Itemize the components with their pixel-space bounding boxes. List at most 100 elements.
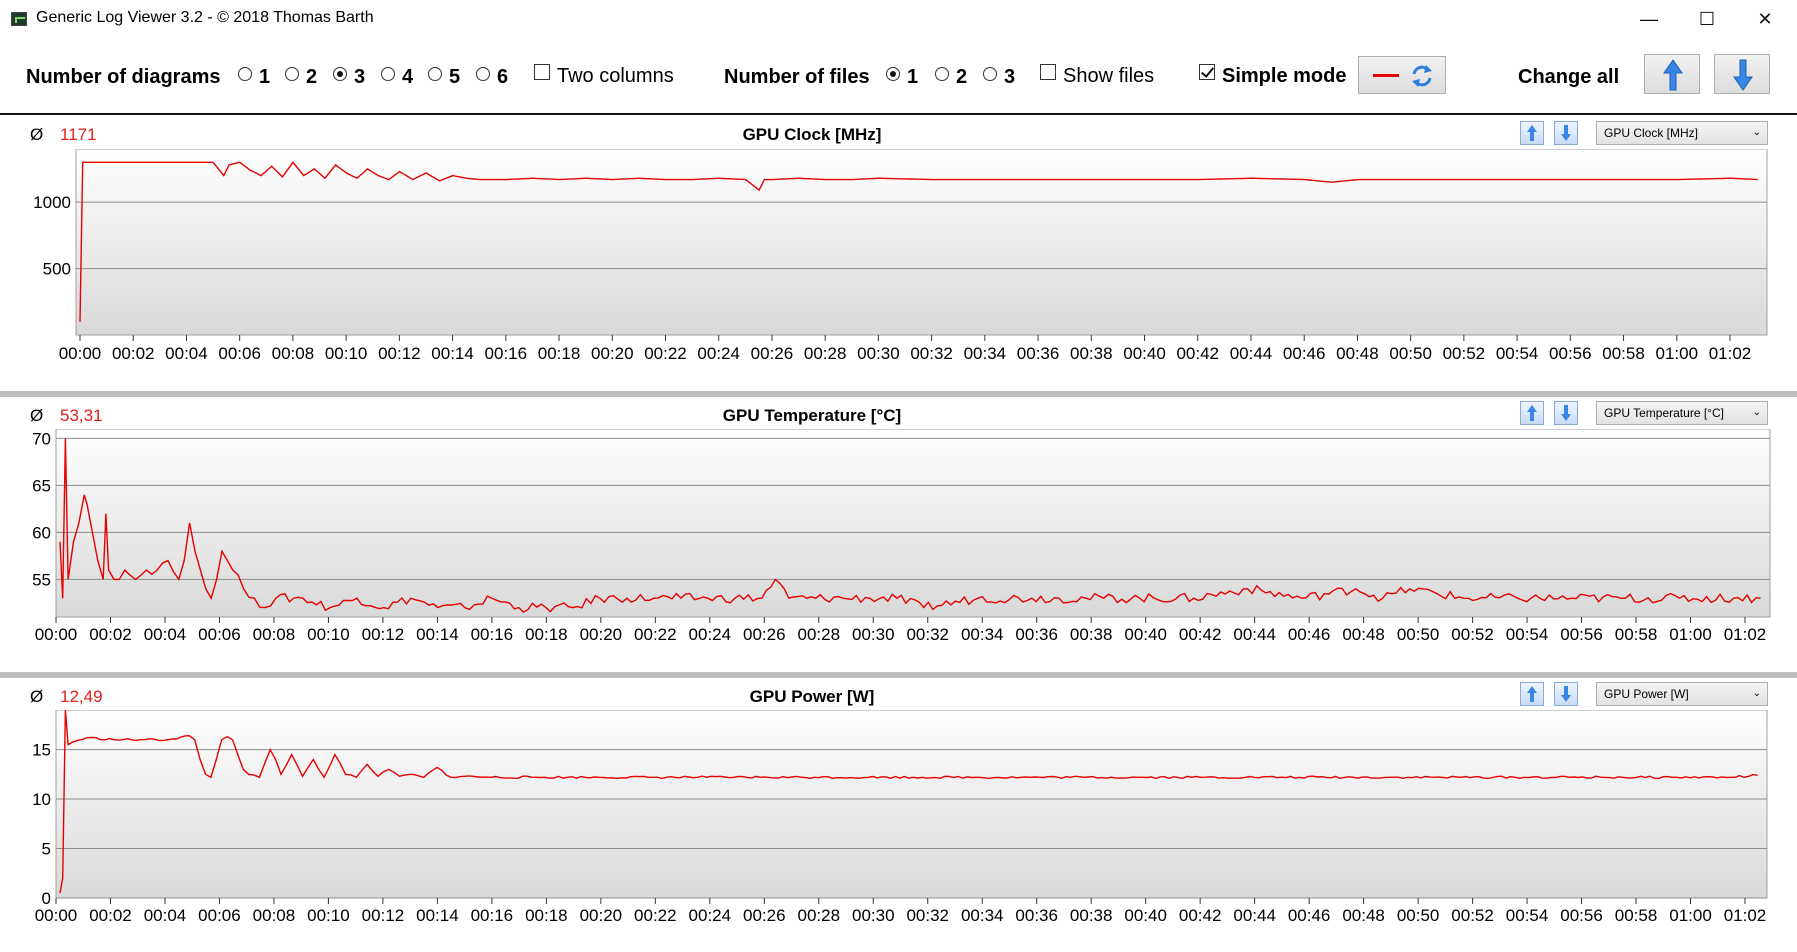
- channel-select-value: GPU Power [W]: [1604, 687, 1689, 701]
- chevron-down-icon: ⌄: [1752, 127, 1761, 138]
- x-tick-label: 00:44: [1233, 625, 1276, 644]
- x-tick-label: 00:24: [689, 625, 732, 644]
- x-tick-label: 00:04: [144, 625, 187, 644]
- x-tick-label: 00:54: [1496, 344, 1539, 363]
- x-tick-label: 00:38: [1070, 906, 1113, 925]
- x-tick-label: 00:26: [751, 344, 794, 363]
- y-tick-label: 15: [32, 741, 51, 760]
- x-tick-label: 00:12: [362, 906, 405, 925]
- y-tick-label: 5: [42, 840, 51, 859]
- gpu-power-chart: 05101500:00 00:02 00:04 00:06 00:08 00:10 00:1…: [32, 710, 1768, 925]
- show-files-checkbox[interactable]: [1040, 64, 1056, 80]
- maximize-icon: ☐: [1698, 8, 1716, 29]
- move-up-all-button[interactable]: [1644, 54, 1700, 94]
- x-tick-label: 00:34: [964, 344, 1007, 363]
- panel-down-button[interactable]: [1554, 121, 1578, 145]
- x-tick-label: 00:20: [591, 344, 634, 363]
- x-tick-label: 00:02: [89, 625, 132, 644]
- x-tick-label: 00:26: [743, 625, 786, 644]
- num-diagrams-label: Number of diagrams: [26, 66, 221, 88]
- show-files-label: Show files: [1063, 65, 1155, 87]
- channel-select[interactable]: GPU Power [W] ⌄: [1596, 682, 1768, 706]
- diagram-radio-label: 6: [497, 66, 509, 88]
- x-tick-label: 00:56: [1549, 344, 1592, 363]
- x-tick-label: 00:42: [1176, 344, 1219, 363]
- simple-mode-checkbox[interactable]: [1199, 64, 1215, 80]
- x-tick-label: 00:06: [198, 906, 241, 925]
- window-title: Generic Log Viewer 3.2 - © 2018 Thomas B…: [36, 9, 374, 26]
- x-tick-label: 01:00: [1669, 906, 1712, 925]
- diagram-radio-5[interactable]: [428, 67, 442, 81]
- panel-up-button[interactable]: [1520, 121, 1544, 145]
- x-tick-label: 00:02: [112, 344, 155, 363]
- channel-select[interactable]: GPU Clock [MHz] ⌄: [1596, 121, 1768, 145]
- x-tick-label: 00:40: [1124, 625, 1167, 644]
- channel-select[interactable]: GPU Temperature [°C] ⌄: [1596, 401, 1768, 425]
- x-tick-label: 00:10: [325, 344, 368, 363]
- x-tick-label: 00:36: [1015, 625, 1058, 644]
- line-color-swatch: [1373, 74, 1399, 77]
- diagram-radio-4[interactable]: [381, 67, 395, 81]
- minimize-button[interactable]: —: [1620, 0, 1678, 38]
- panel-up-button[interactable]: [1520, 682, 1544, 706]
- x-tick-label: 00:16: [471, 625, 514, 644]
- x-tick-label: 00:50: [1389, 344, 1432, 363]
- x-tick-label: 00:26: [743, 906, 786, 925]
- x-tick-label: 00:30: [852, 625, 895, 644]
- x-tick-label: 00:20: [580, 906, 623, 925]
- chevron-down-icon: ⌄: [1752, 407, 1761, 418]
- file-radio-1[interactable]: [886, 67, 900, 81]
- x-tick-label: 00:34: [961, 625, 1004, 644]
- color-refresh-button[interactable]: [1358, 56, 1446, 94]
- x-tick-label: 00:08: [253, 906, 296, 925]
- panel-down-button[interactable]: [1554, 401, 1578, 425]
- plot-area: [75, 149, 1768, 336]
- x-tick-label: 00:38: [1070, 625, 1113, 644]
- diagram-radio-3[interactable]: [333, 67, 347, 81]
- file-radio-label: 2: [956, 66, 968, 88]
- x-tick-label: 00:46: [1288, 625, 1331, 644]
- x-tick-label: 00:58: [1602, 344, 1645, 363]
- diagram-radio-1[interactable]: [238, 67, 252, 81]
- x-tick-label: 00:38: [1070, 344, 1113, 363]
- arrow-up-icon: [1527, 686, 1537, 702]
- x-tick-label: 00:54: [1506, 625, 1549, 644]
- x-tick-label: 00:06: [198, 625, 241, 644]
- x-tick-label: 00:50: [1397, 906, 1440, 925]
- diagram-radio-label: 2: [306, 66, 318, 88]
- x-tick-label: 00:18: [525, 625, 568, 644]
- x-tick-label: 00:20: [580, 625, 623, 644]
- x-tick-label: 00:18: [538, 344, 581, 363]
- two-columns-checkbox[interactable]: [534, 64, 550, 80]
- arrow-down-icon: [1561, 686, 1571, 702]
- average-value: 53,31: [60, 406, 103, 425]
- x-tick-label: 00:18: [525, 906, 568, 925]
- panel-down-button[interactable]: [1554, 682, 1578, 706]
- title-bar: Generic Log Viewer 3.2 - © 2018 Thomas B…: [0, 0, 1797, 38]
- x-tick-label: 00:12: [362, 625, 405, 644]
- close-button[interactable]: ✕: [1736, 0, 1794, 38]
- x-tick-label: 00:48: [1336, 344, 1379, 363]
- panel-title: GPU Temperature [°C]: [722, 406, 902, 425]
- x-tick-label: 00:24: [697, 344, 740, 363]
- y-tick-label: 65: [32, 476, 51, 495]
- diagram-radio-6[interactable]: [476, 67, 490, 81]
- file-radio-2[interactable]: [935, 67, 949, 81]
- file-radio-3[interactable]: [983, 67, 997, 81]
- refresh-icon: [1412, 65, 1432, 87]
- channel-select-value: GPU Clock [MHz]: [1604, 126, 1699, 140]
- x-tick-label: 01:00: [1669, 625, 1712, 644]
- gpu-clock-chart: 500 1000 00:00 00:02 00:04 00:06 00:08 00:10 00:…: [33, 149, 1768, 363]
- move-down-all-button[interactable]: [1714, 54, 1770, 94]
- change-all-label: Change all: [1518, 66, 1620, 88]
- plot-area: [55, 710, 1768, 899]
- x-tick-label: 00:32: [910, 344, 953, 363]
- x-tick-label: 00:30: [857, 344, 900, 363]
- x-tick-label: 00:04: [144, 906, 187, 925]
- x-tick-label: 00:08: [253, 625, 296, 644]
- maximize-button[interactable]: ☐: [1678, 0, 1736, 38]
- plot-area: [55, 429, 1771, 618]
- y-tick-label: 10: [32, 790, 51, 809]
- panel-up-button[interactable]: [1520, 401, 1544, 425]
- diagram-radio-2[interactable]: [285, 67, 299, 81]
